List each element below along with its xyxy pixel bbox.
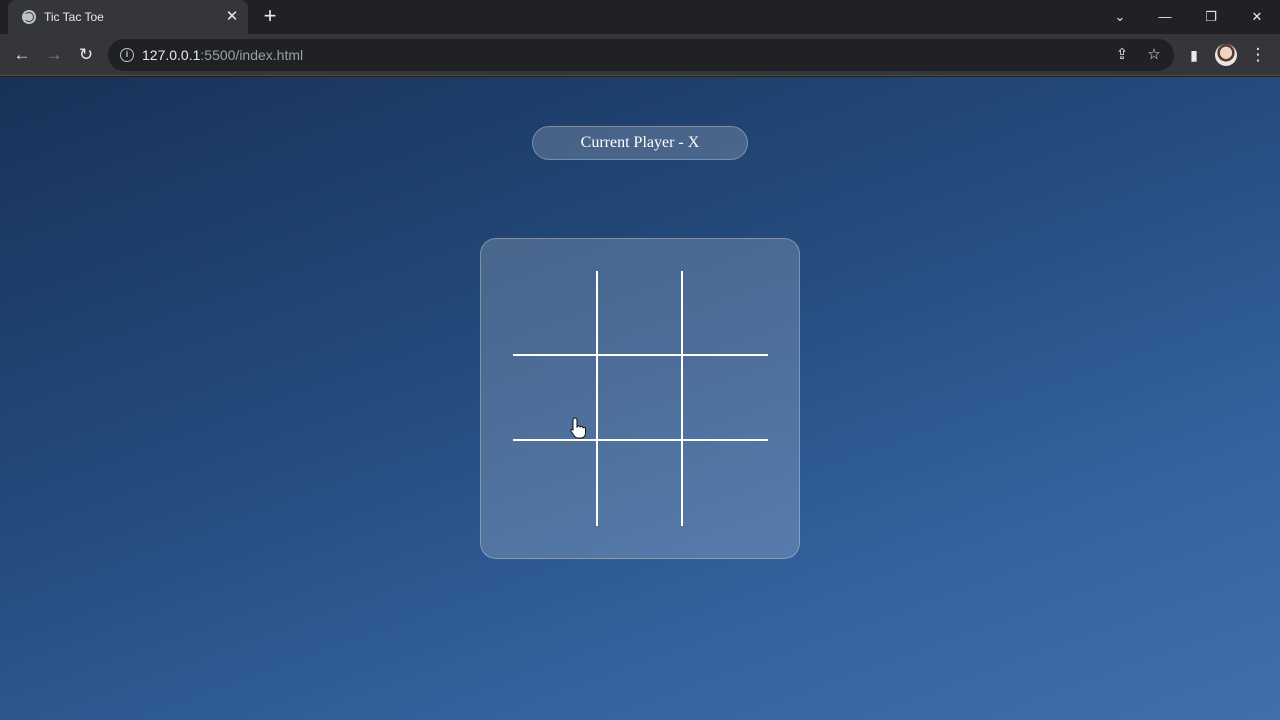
tab-close-icon[interactable]: ✕: [223, 8, 241, 26]
board-cell[interactable]: [513, 441, 598, 526]
new-tab-button[interactable]: +: [258, 5, 282, 29]
address-bar[interactable]: i 127.0.0.1:5500/index.html ⇪ ☆: [108, 39, 1174, 71]
tab-search-icon[interactable]: ⌄: [1107, 4, 1133, 30]
globe-icon: [22, 10, 36, 24]
board-cell[interactable]: [598, 441, 683, 526]
board-cell[interactable]: [513, 271, 598, 356]
url-path: :5500/index.html: [200, 47, 304, 63]
close-window-button[interactable]: ✕: [1244, 4, 1270, 30]
board-cell[interactable]: [598, 356, 683, 441]
menu-icon[interactable]: ⋮: [1246, 43, 1270, 67]
restore-button[interactable]: ❐: [1198, 4, 1224, 30]
board-cell[interactable]: [598, 271, 683, 356]
url-text[interactable]: 127.0.0.1:5500/index.html: [142, 47, 303, 63]
tab-title: Tic Tac Toe: [44, 10, 104, 24]
tab-strip: Tic Tac Toe ✕ + ⌄ — ❐ ✕: [0, 0, 1280, 34]
bookmark-star-icon[interactable]: ☆: [1143, 44, 1165, 66]
browser-toolbar: ← → ↻ i 127.0.0.1:5500/index.html ⇪ ☆ ▮ …: [0, 34, 1280, 76]
browser-tab[interactable]: Tic Tac Toe ✕: [8, 0, 248, 34]
site-info-icon[interactable]: i: [120, 48, 134, 62]
profile-avatar[interactable]: [1215, 44, 1237, 66]
board-cell[interactable]: [683, 356, 768, 441]
game-board-card: [480, 238, 800, 559]
board-cell[interactable]: [683, 441, 768, 526]
minimize-button[interactable]: —: [1152, 4, 1178, 30]
current-player-status: Current Player - X: [532, 126, 748, 160]
game-page: Current Player - X: [0, 77, 1280, 720]
side-panel-icon[interactable]: ▮: [1182, 43, 1206, 67]
share-icon[interactable]: ⇪: [1111, 44, 1133, 66]
back-button[interactable]: ←: [10, 43, 34, 67]
reload-button[interactable]: ↻: [74, 43, 98, 67]
url-host: 127.0.0.1: [142, 47, 201, 63]
board-cell[interactable]: [683, 271, 768, 356]
game-board: [513, 271, 768, 526]
hand-cursor-icon: [570, 417, 586, 439]
forward-button[interactable]: →: [42, 43, 66, 67]
